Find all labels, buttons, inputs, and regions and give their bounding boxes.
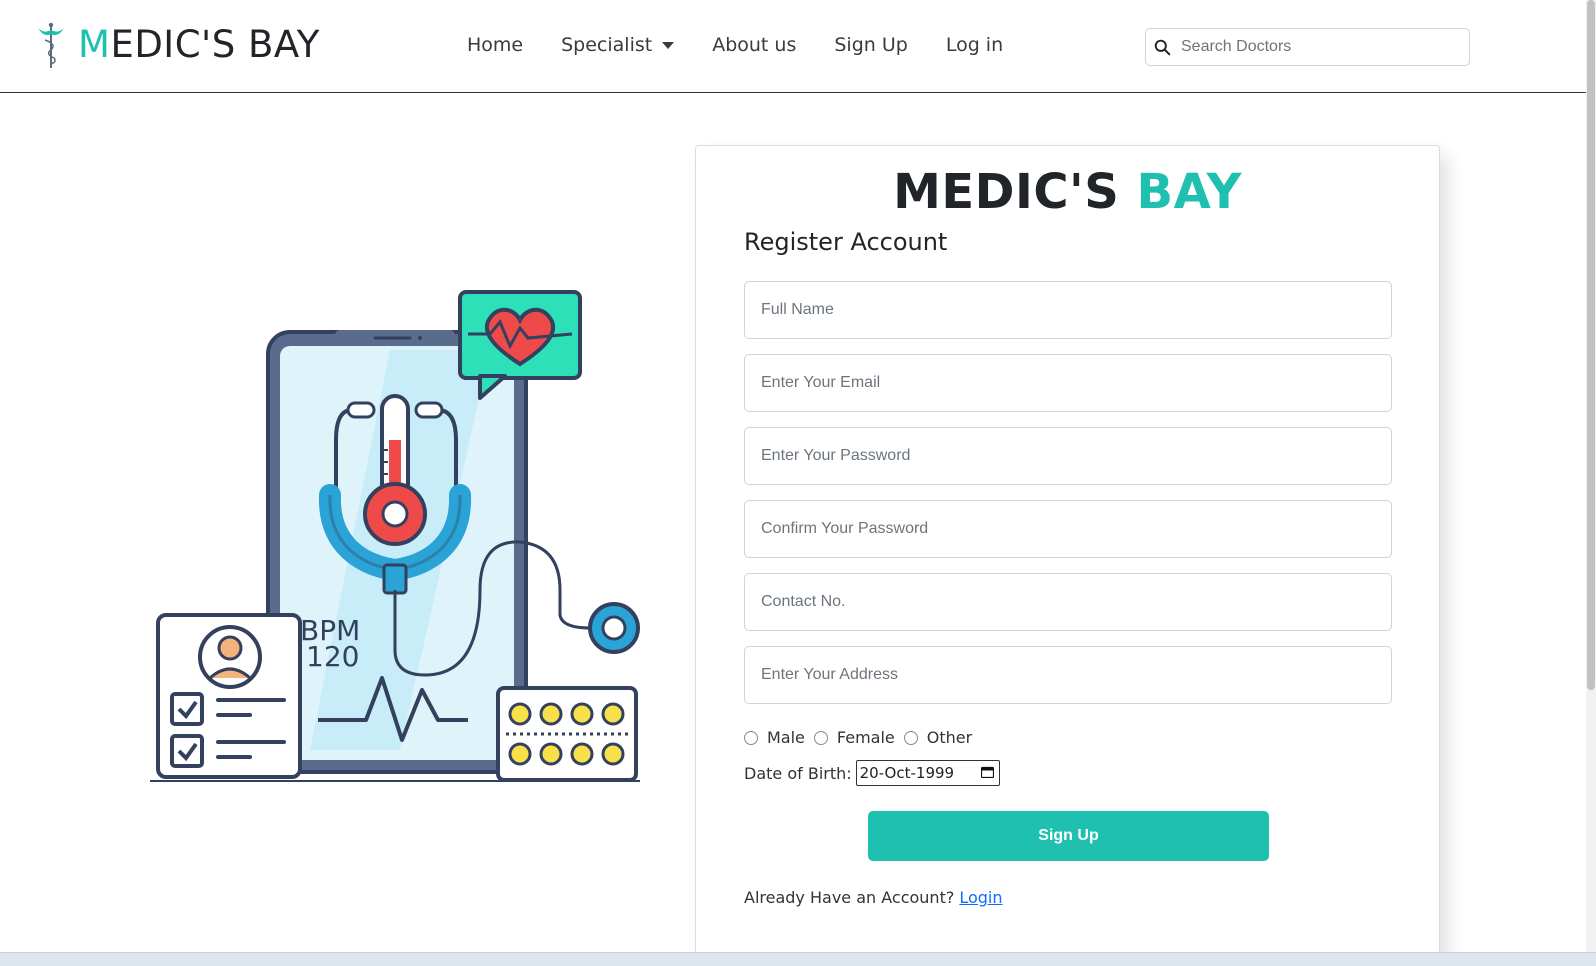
- confirm-password-field[interactable]: [744, 500, 1392, 558]
- pill-pack-icon: [496, 686, 638, 782]
- contact-field[interactable]: [744, 573, 1392, 631]
- caret-down-icon: [662, 41, 675, 49]
- password-field[interactable]: [744, 427, 1392, 485]
- brand-rest: EDIC'S BAY: [110, 23, 320, 66]
- register-card: MEDIC'S BAY Register Account Male Female…: [695, 145, 1440, 965]
- gender-label-male: Male: [767, 728, 805, 747]
- bpm-value: 120: [306, 640, 359, 673]
- fullname-field[interactable]: [744, 281, 1392, 339]
- gender-radio-female[interactable]: [813, 730, 828, 745]
- nav-signup[interactable]: Sign Up: [834, 34, 907, 56]
- card-title-main: MEDIC'S: [893, 164, 1120, 220]
- gender-options: Male Female Other: [744, 728, 981, 747]
- nav-login[interactable]: Log in: [946, 34, 1003, 56]
- page-scrollbar[interactable]: [1586, 0, 1596, 952]
- gender-label-other: Other: [926, 728, 973, 747]
- search-input[interactable]: [1179, 37, 1453, 57]
- card-title: MEDIC'S BAY: [696, 164, 1439, 220]
- brand-name: MEDIC'S BAY: [78, 23, 320, 67]
- nav-about[interactable]: About us: [712, 34, 796, 56]
- dob-row: Date of Birth: 20-Oct-1999: [744, 760, 1000, 786]
- form-heading: Register Account: [744, 228, 948, 256]
- brand[interactable]: MEDIC'S BAY: [34, 20, 320, 70]
- nav-specialist-label: Specialist: [561, 34, 653, 56]
- card-title-accent: BAY: [1136, 164, 1242, 220]
- scrollbar-thumb[interactable]: [1587, 0, 1595, 690]
- search-icon: [1154, 39, 1171, 55]
- signup-button[interactable]: Sign Up: [868, 811, 1269, 861]
- dob-input[interactable]: 20-Oct-1999: [855, 760, 1000, 786]
- gender-radio-other[interactable]: [903, 730, 918, 745]
- address-field[interactable]: [744, 646, 1392, 704]
- dob-value: 20-Oct-1999: [859, 764, 955, 782]
- brand-initial: M: [78, 23, 111, 66]
- email-field[interactable]: [744, 354, 1392, 412]
- navbar: MEDIC'S BAY Home Specialist About us Sig…: [0, 0, 1586, 93]
- os-taskbar: [0, 952, 1596, 966]
- login-prompt: Already Have an Account? Login: [744, 888, 1003, 907]
- calendar-icon[interactable]: [980, 766, 994, 778]
- gender-radio-male[interactable]: [744, 730, 758, 745]
- login-link[interactable]: Login: [959, 888, 1002, 907]
- patient-card-icon: [156, 613, 302, 779]
- nav-specialist-dropdown[interactable]: Specialist: [561, 34, 675, 56]
- dob-label: Date of Birth:: [744, 763, 852, 783]
- caduceus-logo-icon: [38, 22, 64, 68]
- nav-links: Home Specialist About us Sign Up Log in: [467, 34, 1041, 56]
- search-box: [1145, 28, 1470, 66]
- telemedicine-illustration: BPM 120: [150, 290, 640, 782]
- gender-label-female: Female: [836, 728, 895, 747]
- nav-home[interactable]: Home: [467, 34, 523, 56]
- login-prompt-text: Already Have an Account?: [744, 888, 955, 907]
